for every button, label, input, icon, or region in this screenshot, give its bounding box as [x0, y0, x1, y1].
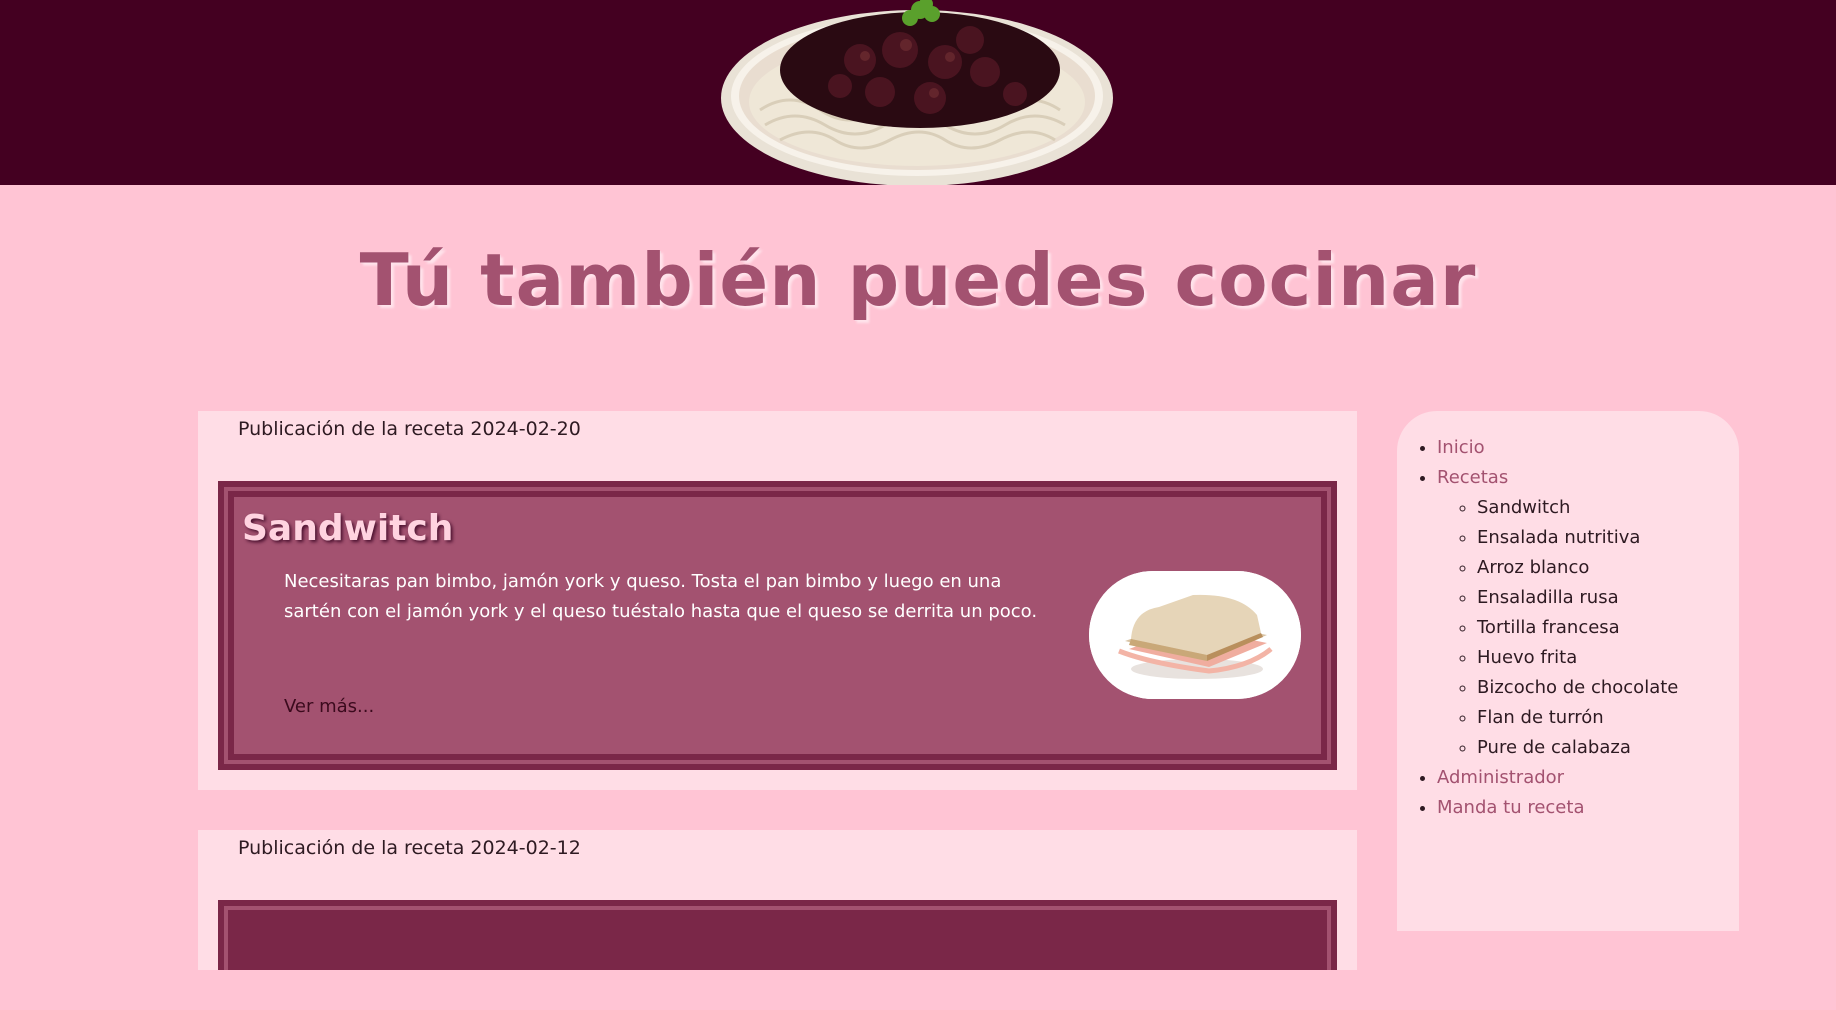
recipe-sublist: Sandwitch Ensalada nutritiva Arroz blanc… — [1437, 493, 1739, 763]
sandwich-image — [1089, 571, 1301, 699]
post-date: Publicación de la receta 2024-02-12 — [238, 837, 581, 859]
recipe-post: Publicación de la receta 2024-02-12 — [198, 830, 1357, 970]
see-more-link[interactable]: Ver más... — [284, 693, 374, 721]
recipe-list-item: Arroz blanco — [1477, 553, 1739, 583]
recipe-list-item: Pure de calabaza — [1477, 733, 1739, 763]
site-title: Tú también puedes cocinar — [359, 238, 1477, 322]
recipe-list-item: Tortilla francesa — [1477, 613, 1739, 643]
recipe-post: Publicación de la receta 2024-02-20 Sand… — [198, 411, 1357, 790]
nav-link-administrador[interactable]: Administrador — [1437, 767, 1564, 788]
posts-column: Publicación de la receta 2024-02-20 Sand… — [198, 411, 1357, 1010]
recipe-card — [218, 900, 1337, 970]
sidebar-nav: Inicio Recetas Sandwitch Ensalada nutrit… — [1397, 411, 1739, 931]
recipe-card: Sandwitch Necesitaras pan bimbo, jamón y… — [218, 481, 1337, 770]
recipe-description: Necesitaras pan bimbo, jamón york y ques… — [284, 571, 1038, 622]
nav-link-manda-tu-receta[interactable]: Manda tu receta — [1437, 797, 1584, 818]
header-banner — [0, 0, 1836, 185]
post-date: Publicación de la receta 2024-02-20 — [238, 418, 581, 440]
recipe-title: Sandwitch — [242, 508, 454, 549]
recipe-list-item: Flan de turrón — [1477, 703, 1739, 733]
recipe-list-item: Ensaladilla rusa — [1477, 583, 1739, 613]
recipe-list-item: Huevo frita — [1477, 643, 1739, 673]
recipe-list-item: Bizcocho de chocolate — [1477, 673, 1739, 703]
nav-link-recetas[interactable]: Recetas — [1437, 467, 1508, 488]
nav-link-inicio[interactable]: Inicio — [1437, 437, 1485, 458]
banner-food-image — [721, 0, 1113, 185]
nav-item-inicio: Inicio — [1437, 433, 1739, 463]
nav-list: Inicio Recetas Sandwitch Ensalada nutrit… — [1397, 433, 1739, 823]
nav-item-administrador: Administrador — [1437, 763, 1739, 793]
nav-item-manda-tu-receta: Manda tu receta — [1437, 793, 1739, 823]
recipe-list-item: Ensalada nutritiva — [1477, 523, 1739, 553]
recipe-list-item: Sandwitch — [1477, 493, 1739, 523]
recipe-image — [1089, 571, 1301, 699]
nav-item-recetas: Recetas Sandwitch Ensalada nutritiva Arr… — [1437, 463, 1739, 763]
